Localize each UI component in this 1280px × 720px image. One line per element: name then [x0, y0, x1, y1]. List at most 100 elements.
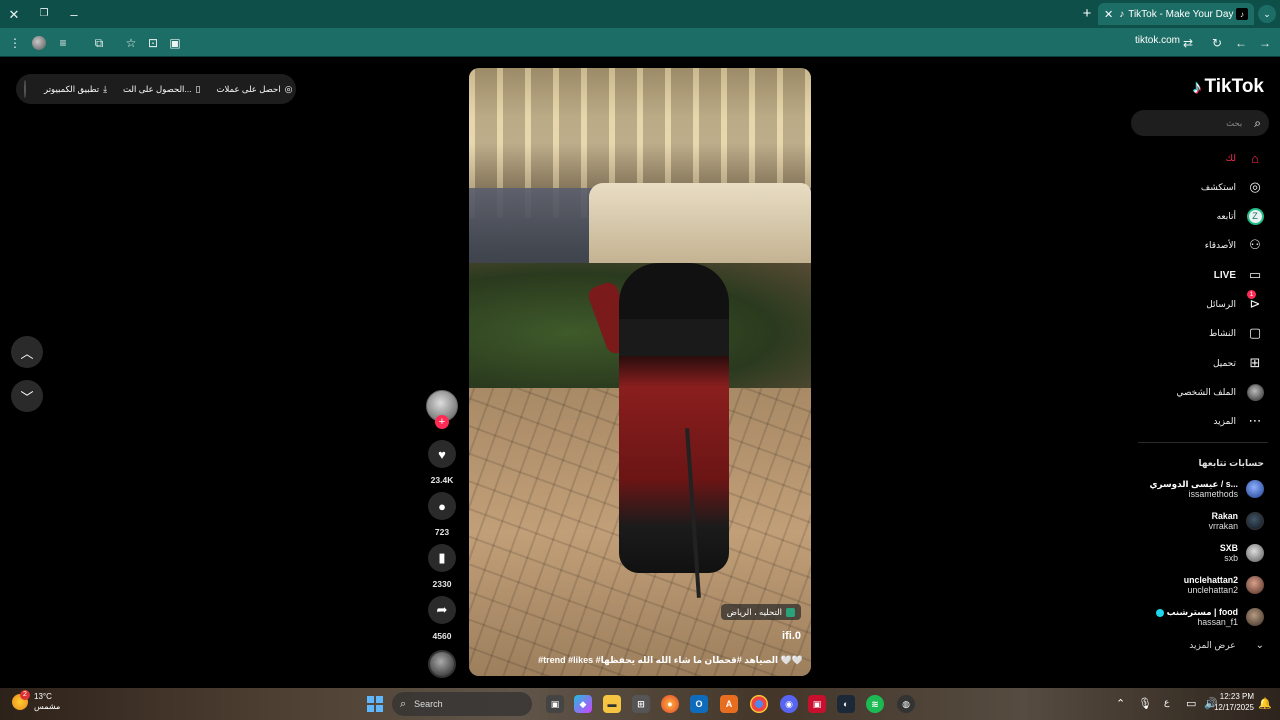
- new-tab-button[interactable]: +: [1078, 4, 1096, 22]
- tiktok-logo[interactable]: ♪ TikTok: [1193, 76, 1264, 98]
- file-explorer-icon[interactable]: ▬: [603, 695, 621, 713]
- see-more-label: عرض المزيد: [1189, 640, 1236, 650]
- app-red-icon[interactable]: ▣: [808, 695, 826, 713]
- sidebar-item-live[interactable]: LIVE ▭: [1214, 265, 1264, 285]
- sidebar-item-messages[interactable]: الرسائل ⊳ 1: [1206, 290, 1264, 314]
- get-coins-button[interactable]: احصل على عملات ◎: [216, 84, 292, 95]
- account-name: Rakan: [1211, 510, 1238, 521]
- windows-taskbar: 2 13°C مشمس ⌕ Search ▣ ◆ ▬ ⊞ ● O A ◉ ▣ ◐…: [0, 688, 1280, 720]
- account-username: sxb: [1224, 553, 1238, 563]
- sidebar-item-upload[interactable]: تحميل ⊞: [1213, 353, 1264, 373]
- sidebar-item-label: استكشف: [1200, 181, 1236, 192]
- search-icon: ⌕: [400, 697, 407, 710]
- video-author[interactable]: ifi.0: [782, 630, 801, 642]
- messages-badge: 1: [1247, 290, 1256, 299]
- site-settings-icon[interactable]: ⇄: [1179, 34, 1197, 52]
- tab-favicon-icon: ♪: [1119, 8, 1125, 20]
- desktop-app-button[interactable]: تطبيق الكمبيوتر ⤓: [44, 84, 107, 95]
- discord-icon[interactable]: ◉: [780, 695, 798, 713]
- following-account[interactable]: مسترشنب | food hassan_f1: [1155, 604, 1264, 630]
- save-button[interactable]: ▮: [428, 544, 456, 572]
- network-icon[interactable]: ▭: [1186, 697, 1196, 710]
- desktop-app-label: تطبيق الكمبيوتر: [44, 83, 100, 94]
- weather-widget[interactable]: 2 13°C مشمس: [12, 689, 61, 711]
- forward-icon[interactable]: →: [1256, 34, 1274, 52]
- like-button[interactable]: ♥: [428, 440, 456, 468]
- window-minimize-button[interactable]: –: [64, 4, 84, 24]
- sidebar-item-following[interactable]: أتابعه Z: [1217, 206, 1264, 226]
- media-control-icon[interactable]: ≡: [54, 34, 72, 52]
- menu-kebab-icon[interactable]: ⋮: [6, 34, 24, 52]
- back-icon[interactable]: ←: [1232, 34, 1250, 52]
- notification-bell-icon[interactable]: 🔔: [1258, 697, 1272, 710]
- reload-icon[interactable]: ↻: [1208, 34, 1226, 52]
- microphone-icon[interactable]: 🎙: [1138, 697, 1152, 710]
- following-account[interactable]: عيسى الدوسري / s... issamethods: [1149, 476, 1264, 502]
- compass-icon: ◎: [1249, 179, 1261, 194]
- tab-tiktok[interactable]: ✕ ♪ TikTok - Make Your Day ♪: [1098, 3, 1254, 25]
- search-icon[interactable]: ⌕: [1254, 116, 1261, 131]
- sidebar-item-for-you[interactable]: لك ⌂: [1226, 148, 1264, 168]
- sidebar-item-more[interactable]: المزيد ⋯: [1213, 411, 1264, 431]
- comment-button[interactable]: ●: [428, 492, 456, 520]
- url-field[interactable]: tiktok.com: [1120, 35, 1180, 46]
- weather-description: مشمس: [34, 701, 61, 711]
- install-app-icon[interactable]: ⊡: [144, 34, 162, 52]
- sidebar-item-friends[interactable]: الأصدقاء ⚇: [1205, 235, 1264, 255]
- friends-icon: ⚇: [1249, 237, 1261, 252]
- app-a-icon[interactable]: A: [720, 695, 738, 713]
- save-count: 2330: [432, 579, 452, 589]
- get-app-button[interactable]: الحصول على الت... ▯: [123, 84, 200, 95]
- sidebar-item-label: الرسائل: [1206, 298, 1236, 309]
- task-view-icon[interactable]: ▣: [546, 695, 564, 713]
- heart-icon: ♥: [438, 446, 446, 462]
- taskbar-clock[interactable]: 12:23 PM 12/17/2025: [1214, 692, 1254, 714]
- account-name: unclehattan2: [1183, 574, 1238, 585]
- app-generic-icon[interactable]: ◍: [897, 695, 915, 713]
- chrome-icon[interactable]: [750, 695, 768, 713]
- sidebar-item-explore[interactable]: استكشف ◎: [1201, 177, 1264, 197]
- chevron-down-icon: ﹀: [20, 389, 34, 405]
- following-account[interactable]: Rakan vrrakan: [1209, 508, 1264, 534]
- like-count: 23.4K: [430, 475, 454, 485]
- location-tag[interactable]: التحليه ، الرياض: [720, 604, 801, 620]
- steam-icon[interactable]: ◐: [837, 695, 855, 713]
- profile-avatar-icon[interactable]: [30, 34, 48, 52]
- outlook-icon[interactable]: O: [690, 695, 708, 713]
- start-button[interactable]: [367, 696, 383, 712]
- tab-close-icon[interactable]: ✕: [1104, 8, 1113, 21]
- follow-plus-icon[interactable]: +: [435, 415, 449, 429]
- spotify-icon[interactable]: ≋: [866, 695, 884, 713]
- music-disc-icon[interactable]: [428, 650, 456, 678]
- copilot-icon[interactable]: ◆: [574, 695, 592, 713]
- user-avatar[interactable]: [24, 80, 26, 98]
- cast-icon[interactable]: ▣: [166, 34, 184, 52]
- language-icon[interactable]: ع: [1164, 697, 1169, 708]
- firefox-icon[interactable]: ●: [661, 695, 679, 713]
- following-account[interactable]: unclehattan2 unclehattan2: [1184, 572, 1264, 598]
- share-count: 4560: [432, 631, 452, 641]
- coin-icon: ◎: [284, 83, 293, 94]
- comment-icon: ●: [438, 498, 446, 514]
- search-input[interactable]: بحث ⌕: [1131, 110, 1269, 136]
- bookmark-star-icon[interactable]: ☆: [122, 34, 140, 52]
- taskbar-search[interactable]: ⌕ Search: [392, 692, 532, 716]
- window-restore-button[interactable]: ❐: [34, 4, 54, 24]
- next-video-button[interactable]: ﹀: [11, 380, 43, 412]
- video-caption: #trend #likes #الصياهد #قحطان ما شاء الل…: [538, 655, 803, 665]
- bookmark-icon: ▮: [438, 550, 446, 565]
- sidebar-item-label: الأصدقاء: [1204, 239, 1236, 250]
- following-account[interactable]: SXB sxb: [1220, 540, 1264, 566]
- sidebar-item-activity[interactable]: النشاط ▢: [1209, 323, 1264, 343]
- sidebar-item-profile[interactable]: الملف الشخصي: [1176, 382, 1264, 402]
- share-button[interactable]: ➦: [428, 596, 456, 624]
- see-more-button[interactable]: عرض المزيد ⌄: [1189, 640, 1264, 651]
- previous-video-button[interactable]: ︿: [11, 336, 43, 368]
- extensions-icon[interactable]: ⧉: [90, 34, 108, 52]
- window-close-button[interactable]: ✕: [4, 4, 24, 24]
- video-player[interactable]: التحليه ، الرياض ifi.0 #trend #likes #ال…: [469, 68, 811, 676]
- tray-chevron-icon[interactable]: ⌃: [1116, 697, 1125, 710]
- store-icon[interactable]: ⊞: [632, 695, 650, 713]
- tab-search-button[interactable]: ⌄: [1258, 5, 1276, 23]
- activity-icon: ▢: [1248, 325, 1262, 340]
